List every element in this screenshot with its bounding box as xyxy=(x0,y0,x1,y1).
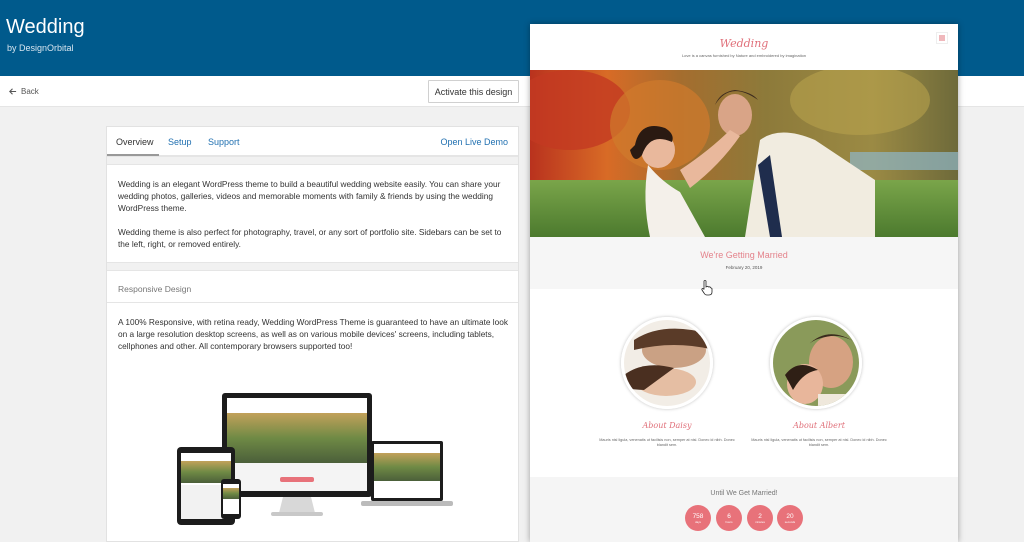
open-live-demo-link[interactable]: Open Live Demo xyxy=(440,137,508,147)
countdown-minutes: 2 minutes xyxy=(747,505,773,531)
countdown-value: 6 xyxy=(727,512,731,520)
theme-author: by DesignOrbital xyxy=(7,43,74,53)
countdown-days: 758 days xyxy=(685,505,711,531)
countdown-title: Until We Get Married! xyxy=(710,490,778,497)
responsive-devices-image xyxy=(177,393,453,525)
hand-cursor-icon xyxy=(701,280,713,296)
groom-photo xyxy=(770,317,862,409)
groom-bio: Mauris nisl ligula, venenatis ut facilis… xyxy=(751,438,887,447)
couple-section: About Daisy About Albert Mauris nisl lig… xyxy=(530,289,958,477)
activate-design-button[interactable]: Activate this design xyxy=(428,80,519,103)
countdown-hours: 6 hours xyxy=(716,505,742,531)
theme-title: Wedding xyxy=(6,16,85,38)
countdown-unit: days xyxy=(695,519,701,524)
countdown-value: 758 xyxy=(692,512,704,520)
countdown-seconds: 20 seconds xyxy=(777,505,803,531)
divider xyxy=(107,262,518,271)
countdown-section xyxy=(530,477,958,542)
bride-heading: About Daisy xyxy=(642,421,692,430)
countdown-value: 20 xyxy=(786,512,794,520)
hero-photo xyxy=(530,70,958,237)
responsive-description: A 100% Responsive, with retina ready, We… xyxy=(118,317,509,351)
theme-preview[interactable]: Wedding Love is a canvas furnished by Na… xyxy=(530,24,958,542)
wedding-date: February 20, 2019 xyxy=(725,265,763,270)
countdown-unit: hours xyxy=(725,519,733,524)
bride-bio: Mauris nisl ligula, venenatis ut facilis… xyxy=(599,438,735,447)
divider xyxy=(107,302,518,303)
divider xyxy=(107,156,518,165)
preview-tagline: Love is a canvas furnished by Nature and… xyxy=(681,53,807,58)
back-label: Back xyxy=(21,87,39,96)
tab-support[interactable]: Support xyxy=(208,137,240,147)
arrow-left-icon xyxy=(9,88,17,95)
tab-setup[interactable]: Setup xyxy=(168,137,192,147)
countdown-unit: minutes xyxy=(755,519,765,524)
hamburger-menu-icon[interactable] xyxy=(936,32,948,44)
bride-photo xyxy=(621,317,713,409)
theme-details-panel: Overview Setup Support Open Live Demo We… xyxy=(106,126,519,542)
section-heading: Responsive Design xyxy=(118,284,192,294)
countdown-unit: seconds xyxy=(784,519,796,524)
back-link[interactable]: Back xyxy=(8,87,39,96)
tab-bar: Overview Setup Support Open Live Demo xyxy=(107,127,518,156)
overview-paragraph: Wedding is an elegant WordPress theme to… xyxy=(118,179,501,213)
groom-heading: About Albert xyxy=(793,421,845,430)
announcement-band xyxy=(530,237,958,289)
preview-site-title: Wedding xyxy=(719,37,769,50)
preview-header: Wedding Love is a canvas furnished by Na… xyxy=(530,24,958,70)
announcement-title: We're Getting Married xyxy=(700,250,788,260)
overview-paragraph: Wedding theme is also perfect for photog… xyxy=(118,227,502,249)
overview-description: Wedding is an elegant WordPress theme to… xyxy=(118,178,510,250)
tab-overview[interactable]: Overview xyxy=(116,137,154,147)
countdown-value: 2 xyxy=(758,512,762,520)
